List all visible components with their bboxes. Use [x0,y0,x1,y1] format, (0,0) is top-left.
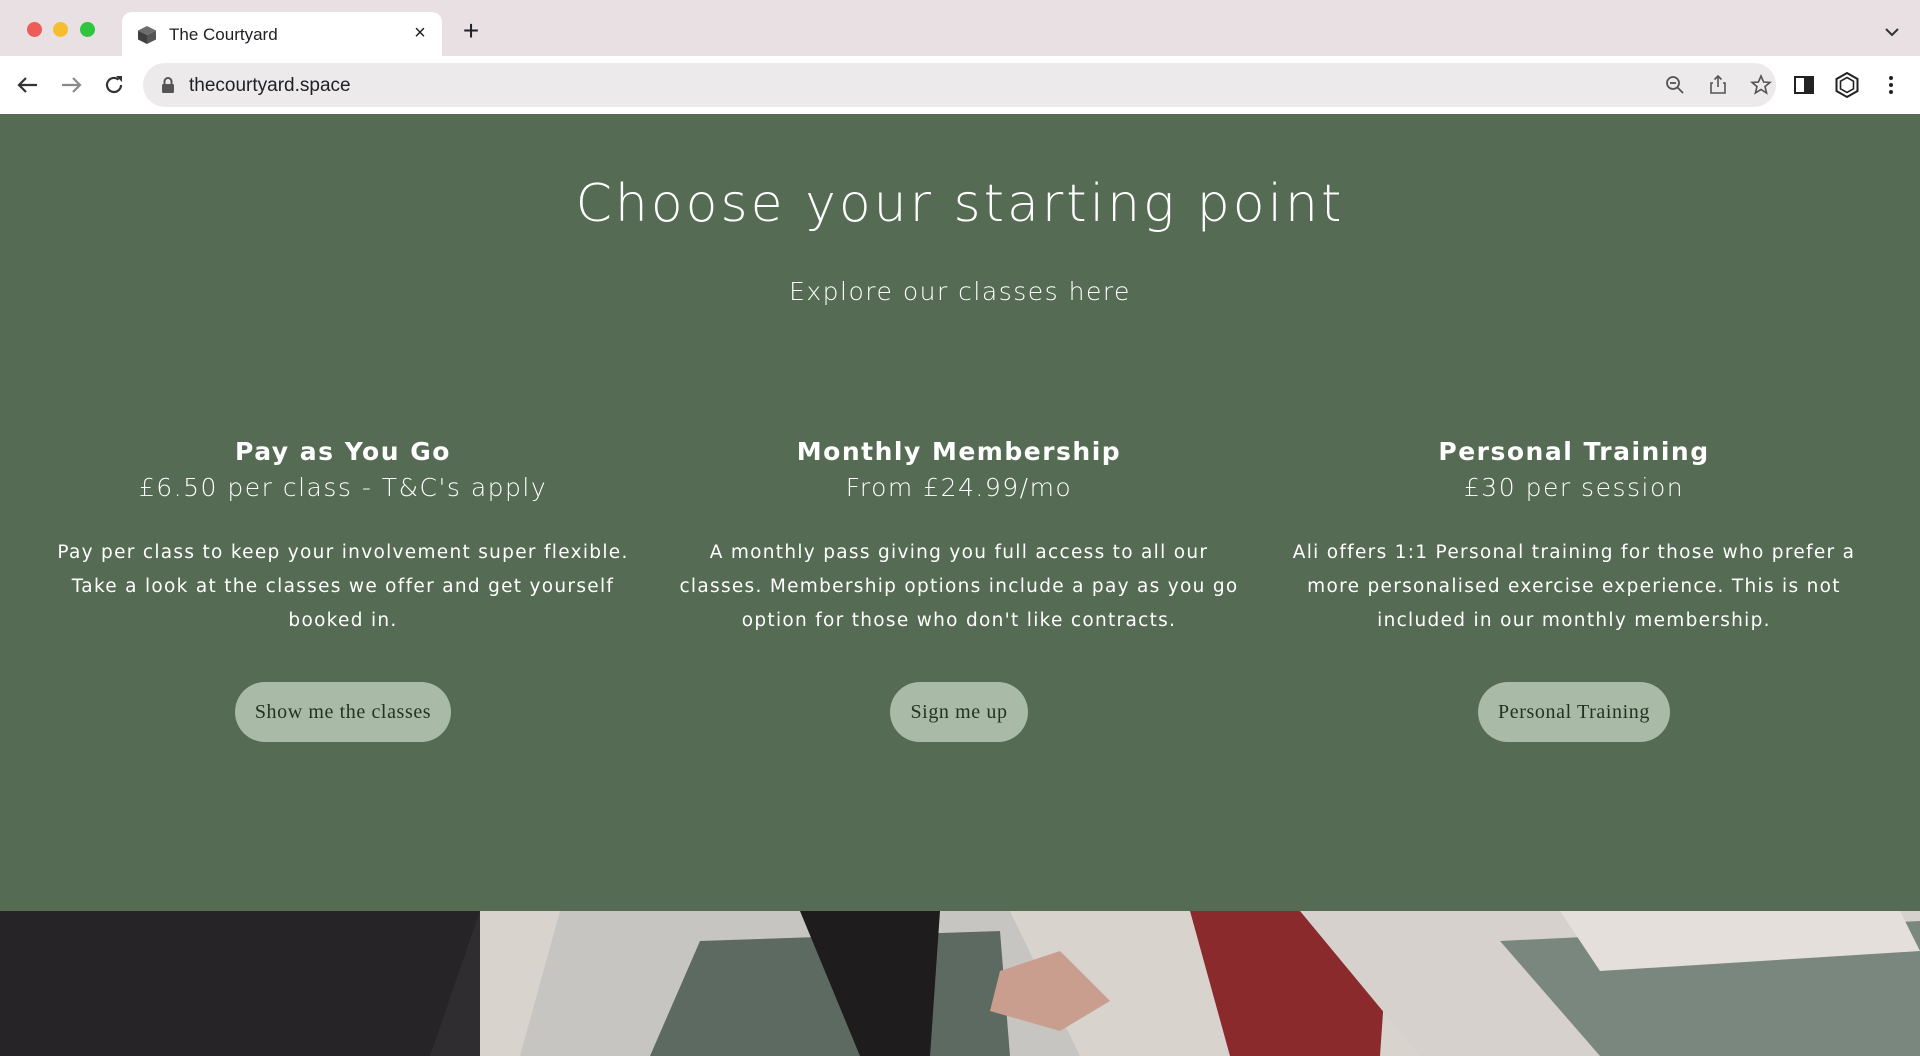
tab-title: The Courtyard [169,25,278,44]
yoga-photo-image [0,911,1920,1056]
side-panel-icon[interactable] [1790,71,1818,99]
web-page: Choose your starting point Explore our c… [0,114,1920,1056]
minimize-window-button[interactable] [53,22,68,37]
new-tab-icon[interactable]: + [459,17,483,45]
plan-description: A monthly pass giving you full access to… [679,542,1239,631]
plan-price: £6.50 per class - T&C's apply [138,473,548,502]
url-text: thecourtyard.space [189,75,351,96]
plan-price: From £24.99/mo [845,473,1073,502]
more-menu-icon[interactable] [1877,71,1905,99]
cube-favicon-icon [138,26,156,44]
tab-close-icon[interactable]: × [410,23,430,43]
yoga-photo-banner [0,911,1920,1056]
browser-tab[interactable]: The Courtyard × [122,12,442,56]
close-window-button[interactable] [27,22,42,37]
plan-name: Pay as You Go [235,437,451,466]
maximize-window-button[interactable] [80,22,95,37]
extension-hexagon-icon[interactable] [1833,71,1861,99]
browser-toolbar: thecourtyard.space [0,56,1920,114]
plan-name: Personal Training [1438,437,1710,466]
lock-icon [162,77,174,93]
plan-description: Pay per class to keep your involvement s… [57,542,629,631]
share-icon[interactable] [1707,74,1729,96]
personal-training-button[interactable]: Personal Training [1478,682,1670,742]
show-classes-button[interactable]: Show me the classes [234,682,452,742]
section-title: Choose your starting point [575,174,1345,234]
forward-arrow-icon[interactable] [56,70,86,100]
plan-monthly-membership: Monthly Membership From £24.99/mo A mont… [669,434,1249,742]
pricing-section: Choose your starting point Explore our c… [0,114,1920,911]
browser-tab-bar: The Courtyard × + [0,0,1920,56]
plan-name: Monthly Membership [796,437,1122,466]
plan-pay-as-you-go: Pay as You Go £6.50 per class - T&C's ap… [53,434,633,742]
section-subtitle: Explore our classes here [789,277,1131,306]
address-bar[interactable]: thecourtyard.space [143,63,1776,107]
plan-personal-training: Personal Training £30 per session Ali of… [1284,434,1864,742]
back-arrow-icon[interactable] [13,70,43,100]
tab-search-chevron-icon[interactable] [1882,22,1902,42]
reload-icon[interactable] [99,70,129,100]
plan-description: Ali offers 1:1 Personal training for tho… [1292,542,1856,631]
zoom-out-icon[interactable] [1664,74,1686,96]
sign-up-button[interactable]: Sign me up [890,682,1028,742]
bookmark-star-icon[interactable] [1750,74,1772,96]
plan-price: £30 per session [1463,473,1685,502]
